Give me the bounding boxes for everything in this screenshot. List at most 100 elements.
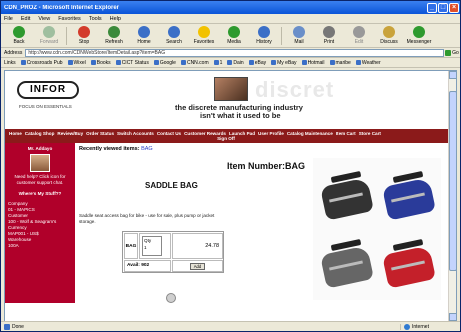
link-page-icon — [213, 60, 219, 65]
security-zone: Internet — [400, 323, 460, 330]
link-item[interactable]: Wixel — [67, 59, 86, 66]
link-page-icon — [329, 60, 335, 65]
search-icon — [168, 26, 180, 38]
toolbar-back-button[interactable]: Back — [4, 25, 34, 47]
link-label: maribe — [335, 59, 351, 66]
qty-label: Qty — [144, 238, 152, 243]
toolbar-forward-button[interactable]: Forward — [34, 25, 64, 47]
toolbar-history-button[interactable]: History — [249, 25, 279, 47]
link-item[interactable]: Books — [90, 59, 111, 66]
recent-item-link[interactable]: BAG — [141, 146, 153, 152]
link-label: Crossroads Pub — [26, 59, 63, 66]
stop-icon — [78, 26, 90, 38]
link-item[interactable]: My eBay — [271, 60, 297, 66]
product-image — [313, 158, 441, 300]
toolbar-edit-button[interactable]: Edit — [344, 25, 374, 47]
scroll-down-icon[interactable] — [449, 313, 456, 321]
toolbar-mail-button[interactable]: Mail — [284, 25, 314, 47]
link-label: Books — [96, 59, 111, 66]
minimize-icon[interactable]: _ — [427, 2, 437, 13]
close-icon[interactable]: × — [449, 2, 459, 13]
link-page-icon — [180, 60, 186, 65]
toolbar-separator — [281, 26, 282, 45]
link-item[interactable]: CICT Status — [115, 60, 149, 66]
scroll-up-icon[interactable] — [449, 71, 456, 79]
toolbar-label: Mail — [294, 39, 304, 45]
sign-off-link[interactable]: Sign Off — [9, 136, 443, 141]
menu-edit[interactable]: Edit — [21, 16, 30, 22]
product-description: Saddle seat access bag for bike - use fo… — [79, 213, 215, 224]
link-item[interactable]: Crossroads Pub — [20, 59, 63, 66]
site-logo[interactable]: INFOR — [17, 81, 79, 99]
link-page-icon — [115, 60, 121, 65]
status-bar: Done Internet — [1, 321, 460, 331]
go-button[interactable]: Go — [444, 49, 460, 56]
link-page-icon — [301, 60, 307, 65]
address-input[interactable]: http://www.cdn.com/CDNWebStore/ItemDetai… — [25, 48, 444, 57]
support-avatar[interactable] — [30, 154, 50, 172]
header-photo — [214, 77, 248, 101]
vertical-scrollbar[interactable] — [448, 71, 456, 321]
back-arrow-icon — [13, 26, 25, 38]
toolbar-stop-button[interactable]: Stop — [69, 25, 99, 47]
link-page-icon — [20, 60, 26, 65]
toolbar-refresh-button[interactable]: Refresh — [99, 25, 129, 47]
toolbar-label: Print — [323, 39, 335, 45]
toolbar-label: Discuss — [380, 39, 398, 45]
menu-tools[interactable]: Tools — [89, 16, 102, 22]
toolbar-separator — [66, 26, 67, 45]
warehouse-value: 100A — [8, 243, 19, 248]
help-text[interactable]: Need help? Click icon for customer suppo… — [8, 174, 72, 186]
menu-file[interactable]: File — [4, 16, 13, 22]
saddle-bag-photo — [379, 164, 437, 226]
toolbar-label: Forward — [39, 39, 59, 45]
link-item[interactable]: Google — [153, 60, 176, 66]
toolbar-media-button[interactable]: Media — [219, 25, 249, 47]
menu-favorites[interactable]: Favorites — [58, 16, 81, 22]
toolbar-label: Search — [166, 39, 182, 45]
toolbar-print-button[interactable]: Print — [314, 25, 344, 47]
link-label: Wixel — [73, 59, 86, 66]
links-bar: Links Crossroads Pub Wixel Books CICT Statu… — [1, 58, 460, 68]
link-item[interactable]: Weather — [355, 60, 381, 66]
toolbar-label: Home — [137, 39, 151, 45]
unit-of-measure: BAG — [124, 233, 138, 259]
maximize-icon[interactable]: □ — [438, 2, 448, 13]
qty-select[interactable]: Qty 1 — [142, 236, 162, 256]
menu-help[interactable]: Help — [110, 16, 121, 22]
link-item[interactable]: Dain — [227, 59, 244, 66]
link-label: Hotmail — [307, 59, 325, 66]
add-to-cart-button[interactable]: Add — [189, 262, 206, 270]
menu-view[interactable]: View — [38, 16, 50, 22]
page-done-icon — [4, 323, 10, 330]
page-content[interactable]: INFOR FOCUS ON ESSENTIALS discret the di… — [4, 70, 457, 322]
messenger-icon — [413, 26, 425, 38]
saddle-bag-photo — [317, 164, 375, 226]
home-icon — [138, 26, 150, 38]
item-number-heading: Item Number:BAG — [227, 161, 306, 171]
mail-icon — [293, 26, 305, 38]
link-item[interactable]: eBay — [248, 60, 266, 66]
link-label: Dain — [233, 59, 244, 66]
link-item[interactable]: 1 — [213, 60, 222, 66]
links-label: Links — [4, 59, 16, 66]
availability: Avail: 902 — [124, 260, 171, 272]
tagline-line2: isn't what it used to be — [200, 111, 281, 120]
toolbar-messenger-button[interactable]: Messenger — [404, 25, 434, 47]
link-item[interactable]: maribe — [329, 59, 351, 66]
wheres-my-stuff-link[interactable]: Where's My Stuff?? — [8, 191, 72, 196]
recently-viewed: Recently viewed items: BAG — [79, 146, 153, 152]
forward-arrow-icon — [43, 26, 55, 38]
link-item[interactable]: CNN.com — [180, 60, 209, 66]
pagination-icon[interactable] — [166, 293, 176, 303]
toolbar-home-button[interactable]: Home — [129, 25, 159, 47]
toolbar-search-button[interactable]: Search — [159, 25, 189, 47]
toolbar-favorites-button[interactable]: Favorites — [189, 25, 219, 47]
link-item[interactable]: Hotmail — [301, 59, 325, 66]
recent-label: Recently viewed items: — [79, 146, 140, 152]
site-header: INFOR FOCUS ON ESSENTIALS discret the di… — [5, 71, 450, 129]
sidebar: Mr. Addayo Need help? Click icon for cus… — [5, 143, 75, 303]
order-table: BAG Qty 1 24.78 Avail: 902 Add — [122, 231, 224, 273]
toolbar-discuss-button[interactable]: Discuss — [374, 25, 404, 47]
scroll-thumb[interactable] — [449, 91, 456, 271]
